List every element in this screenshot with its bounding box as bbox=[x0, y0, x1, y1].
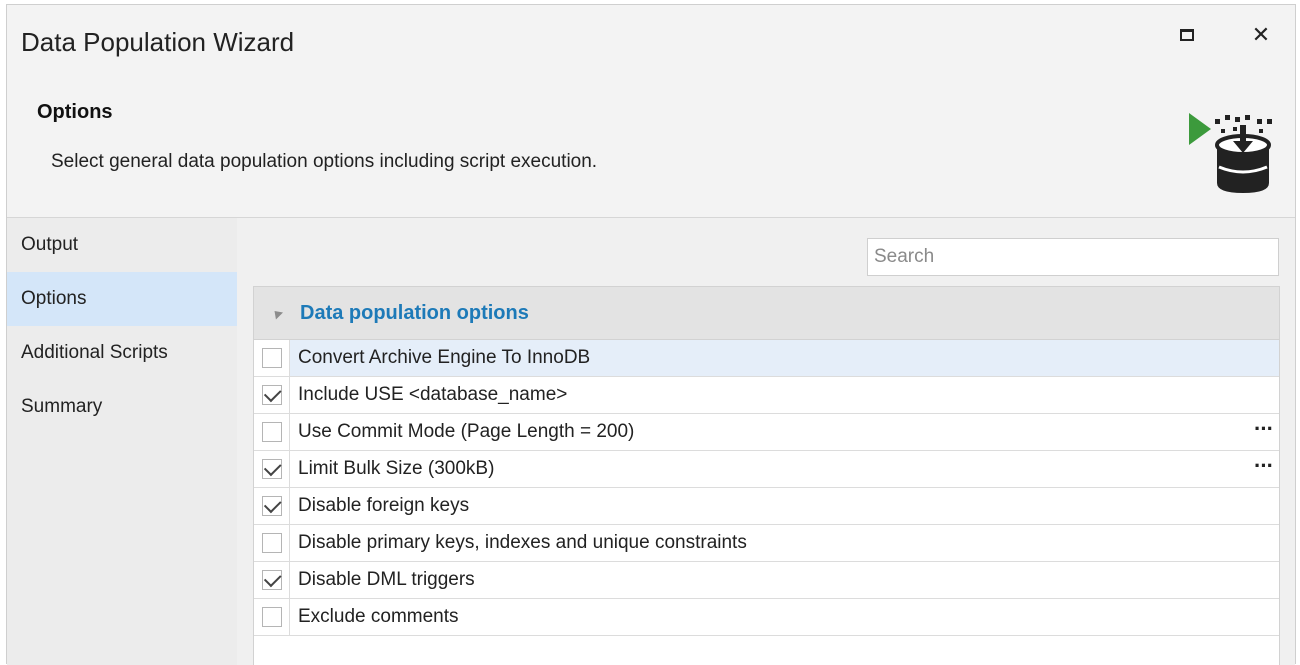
window-title: Data Population Wizard bbox=[21, 27, 295, 57]
option-row-disable-foreign-keys[interactable]: Disable foreign keys bbox=[254, 488, 1279, 525]
step-title: Options bbox=[37, 101, 113, 123]
option-label: Convert Archive Engine To InnoDB bbox=[290, 340, 1279, 376]
option-row-include-use[interactable]: Include USE <database_name> bbox=[254, 377, 1279, 414]
check-cell bbox=[254, 562, 290, 598]
check-cell bbox=[254, 377, 290, 413]
maximize-icon bbox=[1180, 29, 1194, 41]
close-icon: ✕ bbox=[1251, 22, 1271, 47]
check-cell bbox=[254, 340, 290, 376]
sidebar-item-additional-scripts[interactable]: Additional Scripts bbox=[7, 326, 237, 380]
option-label: Limit Bulk Size (300kB) bbox=[298, 458, 495, 479]
check-cell bbox=[254, 599, 290, 635]
checkbox-disable-dml-triggers[interactable] bbox=[261, 569, 282, 590]
maximize-button[interactable] bbox=[1173, 21, 1201, 49]
sidebar-item-summary[interactable]: Summary bbox=[7, 380, 237, 434]
checkmark-icon bbox=[263, 458, 282, 476]
option-row-exclude-comments[interactable]: Exclude comments bbox=[254, 599, 1279, 636]
data-population-icon bbox=[1189, 113, 1272, 193]
checkbox-disable-foreign-keys[interactable] bbox=[261, 495, 282, 516]
check-cell bbox=[254, 451, 290, 487]
options-grid: Data population options Convert Archive … bbox=[253, 286, 1280, 665]
checkmark-icon bbox=[263, 569, 282, 587]
check-cell bbox=[254, 488, 290, 524]
checkbox-exclude-comments[interactable] bbox=[261, 607, 282, 627]
option-row-commit-mode[interactable]: Use Commit Mode (Page Length = 200) ··· bbox=[254, 414, 1279, 451]
wizard-window: Data Population Wizard ✕ Options Select … bbox=[6, 4, 1296, 665]
option-row-limit-bulk-size[interactable]: Limit Bulk Size (300kB) ··· bbox=[254, 451, 1279, 488]
options-panel: Data population options Convert Archive … bbox=[237, 218, 1295, 665]
option-row-convert-archive[interactable]: Convert Archive Engine To InnoDB bbox=[254, 340, 1279, 377]
option-label: Include USE <database_name> bbox=[298, 384, 568, 405]
checkbox-convert-archive[interactable] bbox=[261, 348, 282, 368]
checkmark-icon bbox=[263, 384, 282, 402]
checkmark-icon bbox=[263, 495, 282, 513]
sidebar-item-output[interactable]: Output bbox=[7, 218, 237, 272]
group-header-data-population[interactable]: Data population options bbox=[254, 287, 1279, 340]
check-cell bbox=[254, 525, 290, 561]
option-label: Disable primary keys, indexes and unique… bbox=[298, 532, 747, 553]
option-row-disable-primary-keys[interactable]: Disable primary keys, indexes and unique… bbox=[254, 525, 1279, 562]
option-row-disable-dml-triggers[interactable]: Disable DML triggers bbox=[254, 562, 1279, 599]
option-label: Disable DML triggers bbox=[298, 569, 475, 590]
checkbox-commit-mode[interactable] bbox=[261, 422, 282, 442]
option-label: Use Commit Mode (Page Length = 200) bbox=[298, 421, 635, 442]
edit-commit-mode-ellipsis-button[interactable]: ··· bbox=[1254, 414, 1274, 450]
step-description: Select general data population options i… bbox=[51, 151, 598, 172]
wizard-sidebar: Output Options Additional Scripts Summar… bbox=[7, 218, 237, 665]
wizard-header: Options Select general data population o… bbox=[7, 81, 1295, 218]
search-input[interactable] bbox=[867, 238, 1279, 276]
checkbox-include-use[interactable] bbox=[261, 384, 282, 405]
group-title: Data population options bbox=[300, 301, 529, 324]
edit-bulk-size-ellipsis-button[interactable]: ··· bbox=[1254, 451, 1274, 487]
sidebar-item-options[interactable]: Options bbox=[7, 272, 237, 326]
close-button[interactable]: ✕ bbox=[1247, 21, 1275, 49]
option-label: Exclude comments bbox=[298, 606, 459, 627]
checkbox-disable-primary-keys[interactable] bbox=[261, 533, 282, 553]
check-cell bbox=[254, 414, 290, 450]
checkbox-limit-bulk-size[interactable] bbox=[261, 458, 282, 479]
option-label: Disable foreign keys bbox=[298, 495, 470, 516]
title-bar: Data Population Wizard ✕ bbox=[7, 5, 1295, 81]
collapse-arrow-icon[interactable] bbox=[270, 306, 284, 320]
